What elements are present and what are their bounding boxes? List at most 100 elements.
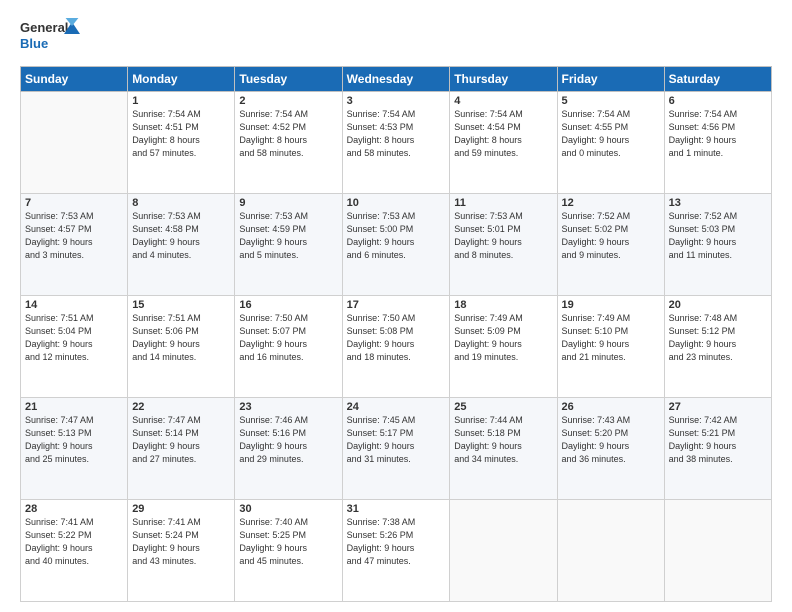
day-info: Sunrise: 7:52 AMSunset: 5:03 PMDaylight:…: [669, 210, 767, 262]
day-number: 8: [132, 197, 230, 209]
weekday-header-tuesday: Tuesday: [235, 67, 342, 92]
day-info: Sunrise: 7:49 AMSunset: 5:10 PMDaylight:…: [562, 312, 660, 364]
calendar-cell: 11Sunrise: 7:53 AMSunset: 5:01 PMDayligh…: [450, 194, 557, 296]
calendar-cell: 28Sunrise: 7:41 AMSunset: 5:22 PMDayligh…: [21, 500, 128, 602]
calendar-cell: 16Sunrise: 7:50 AMSunset: 5:07 PMDayligh…: [235, 296, 342, 398]
day-number: 22: [132, 401, 230, 413]
calendar-cell: 1Sunrise: 7:54 AMSunset: 4:51 PMDaylight…: [128, 92, 235, 194]
day-info: Sunrise: 7:53 AMSunset: 4:58 PMDaylight:…: [132, 210, 230, 262]
day-number: 14: [25, 299, 123, 311]
day-number: 31: [347, 503, 446, 515]
day-number: 23: [239, 401, 337, 413]
day-info: Sunrise: 7:54 AMSunset: 4:55 PMDaylight:…: [562, 108, 660, 160]
calendar-cell: 23Sunrise: 7:46 AMSunset: 5:16 PMDayligh…: [235, 398, 342, 500]
day-number: 11: [454, 197, 552, 209]
day-info: Sunrise: 7:47 AMSunset: 5:14 PMDaylight:…: [132, 414, 230, 466]
day-info: Sunrise: 7:54 AMSunset: 4:54 PMDaylight:…: [454, 108, 552, 160]
calendar-cell: 26Sunrise: 7:43 AMSunset: 5:20 PMDayligh…: [557, 398, 664, 500]
day-info: Sunrise: 7:53 AMSunset: 5:00 PMDaylight:…: [347, 210, 446, 262]
calendar-cell: 5Sunrise: 7:54 AMSunset: 4:55 PMDaylight…: [557, 92, 664, 194]
day-number: 5: [562, 95, 660, 107]
day-info: Sunrise: 7:50 AMSunset: 5:07 PMDaylight:…: [239, 312, 337, 364]
weekday-header-sunday: Sunday: [21, 67, 128, 92]
day-number: 1: [132, 95, 230, 107]
day-number: 3: [347, 95, 446, 107]
calendar-cell: 18Sunrise: 7:49 AMSunset: 5:09 PMDayligh…: [450, 296, 557, 398]
day-number: 7: [25, 197, 123, 209]
day-info: Sunrise: 7:52 AMSunset: 5:02 PMDaylight:…: [562, 210, 660, 262]
calendar-cell: 6Sunrise: 7:54 AMSunset: 4:56 PMDaylight…: [664, 92, 771, 194]
day-info: Sunrise: 7:42 AMSunset: 5:21 PMDaylight:…: [669, 414, 767, 466]
calendar-cell: 27Sunrise: 7:42 AMSunset: 5:21 PMDayligh…: [664, 398, 771, 500]
day-info: Sunrise: 7:51 AMSunset: 5:06 PMDaylight:…: [132, 312, 230, 364]
day-info: Sunrise: 7:54 AMSunset: 4:51 PMDaylight:…: [132, 108, 230, 160]
day-number: 12: [562, 197, 660, 209]
day-info: Sunrise: 7:54 AMSunset: 4:53 PMDaylight:…: [347, 108, 446, 160]
day-info: Sunrise: 7:45 AMSunset: 5:17 PMDaylight:…: [347, 414, 446, 466]
calendar-cell: 8Sunrise: 7:53 AMSunset: 4:58 PMDaylight…: [128, 194, 235, 296]
logo-svg: General Blue: [20, 18, 80, 56]
day-number: 27: [669, 401, 767, 413]
day-info: Sunrise: 7:44 AMSunset: 5:18 PMDaylight:…: [454, 414, 552, 466]
day-number: 15: [132, 299, 230, 311]
calendar-cell: [21, 92, 128, 194]
calendar-cell: 24Sunrise: 7:45 AMSunset: 5:17 PMDayligh…: [342, 398, 450, 500]
day-number: 17: [347, 299, 446, 311]
day-info: Sunrise: 7:53 AMSunset: 4:59 PMDaylight:…: [239, 210, 337, 262]
day-info: Sunrise: 7:53 AMSunset: 4:57 PMDaylight:…: [25, 210, 123, 262]
calendar-cell: 17Sunrise: 7:50 AMSunset: 5:08 PMDayligh…: [342, 296, 450, 398]
day-info: Sunrise: 7:49 AMSunset: 5:09 PMDaylight:…: [454, 312, 552, 364]
day-info: Sunrise: 7:38 AMSunset: 5:26 PMDaylight:…: [347, 516, 446, 568]
weekday-header-thursday: Thursday: [450, 67, 557, 92]
weekday-header-friday: Friday: [557, 67, 664, 92]
day-number: 2: [239, 95, 337, 107]
calendar-cell: 31Sunrise: 7:38 AMSunset: 5:26 PMDayligh…: [342, 500, 450, 602]
calendar-cell: 3Sunrise: 7:54 AMSunset: 4:53 PMDaylight…: [342, 92, 450, 194]
day-number: 25: [454, 401, 552, 413]
calendar-cell: 25Sunrise: 7:44 AMSunset: 5:18 PMDayligh…: [450, 398, 557, 500]
day-info: Sunrise: 7:40 AMSunset: 5:25 PMDaylight:…: [239, 516, 337, 568]
weekday-header-monday: Monday: [128, 67, 235, 92]
logo: General Blue: [20, 18, 80, 56]
day-info: Sunrise: 7:48 AMSunset: 5:12 PMDaylight:…: [669, 312, 767, 364]
day-number: 9: [239, 197, 337, 209]
weekday-header-saturday: Saturday: [664, 67, 771, 92]
day-number: 4: [454, 95, 552, 107]
day-info: Sunrise: 7:54 AMSunset: 4:56 PMDaylight:…: [669, 108, 767, 160]
calendar-cell: 30Sunrise: 7:40 AMSunset: 5:25 PMDayligh…: [235, 500, 342, 602]
calendar-table: SundayMondayTuesdayWednesdayThursdayFrid…: [20, 66, 772, 602]
calendar-cell: 19Sunrise: 7:49 AMSunset: 5:10 PMDayligh…: [557, 296, 664, 398]
calendar-cell: 13Sunrise: 7:52 AMSunset: 5:03 PMDayligh…: [664, 194, 771, 296]
day-info: Sunrise: 7:41 AMSunset: 5:22 PMDaylight:…: [25, 516, 123, 568]
day-number: 21: [25, 401, 123, 413]
calendar-cell: [450, 500, 557, 602]
day-number: 10: [347, 197, 446, 209]
day-number: 26: [562, 401, 660, 413]
calendar-cell: 12Sunrise: 7:52 AMSunset: 5:02 PMDayligh…: [557, 194, 664, 296]
day-info: Sunrise: 7:46 AMSunset: 5:16 PMDaylight:…: [239, 414, 337, 466]
day-number: 13: [669, 197, 767, 209]
svg-text:Blue: Blue: [20, 36, 48, 51]
day-number: 18: [454, 299, 552, 311]
day-number: 6: [669, 95, 767, 107]
day-number: 19: [562, 299, 660, 311]
day-number: 24: [347, 401, 446, 413]
calendar-cell: 10Sunrise: 7:53 AMSunset: 5:00 PMDayligh…: [342, 194, 450, 296]
day-number: 16: [239, 299, 337, 311]
calendar-cell: 20Sunrise: 7:48 AMSunset: 5:12 PMDayligh…: [664, 296, 771, 398]
calendar-cell: 2Sunrise: 7:54 AMSunset: 4:52 PMDaylight…: [235, 92, 342, 194]
day-info: Sunrise: 7:43 AMSunset: 5:20 PMDaylight:…: [562, 414, 660, 466]
day-number: 30: [239, 503, 337, 515]
calendar-cell: 21Sunrise: 7:47 AMSunset: 5:13 PMDayligh…: [21, 398, 128, 500]
calendar-cell: 14Sunrise: 7:51 AMSunset: 5:04 PMDayligh…: [21, 296, 128, 398]
day-info: Sunrise: 7:50 AMSunset: 5:08 PMDaylight:…: [347, 312, 446, 364]
calendar-cell: 22Sunrise: 7:47 AMSunset: 5:14 PMDayligh…: [128, 398, 235, 500]
day-number: 20: [669, 299, 767, 311]
calendar-cell: 29Sunrise: 7:41 AMSunset: 5:24 PMDayligh…: [128, 500, 235, 602]
calendar-cell: 9Sunrise: 7:53 AMSunset: 4:59 PMDaylight…: [235, 194, 342, 296]
calendar-cell: 4Sunrise: 7:54 AMSunset: 4:54 PMDaylight…: [450, 92, 557, 194]
weekday-header-wednesday: Wednesday: [342, 67, 450, 92]
day-info: Sunrise: 7:54 AMSunset: 4:52 PMDaylight:…: [239, 108, 337, 160]
day-info: Sunrise: 7:47 AMSunset: 5:13 PMDaylight:…: [25, 414, 123, 466]
day-info: Sunrise: 7:41 AMSunset: 5:24 PMDaylight:…: [132, 516, 230, 568]
